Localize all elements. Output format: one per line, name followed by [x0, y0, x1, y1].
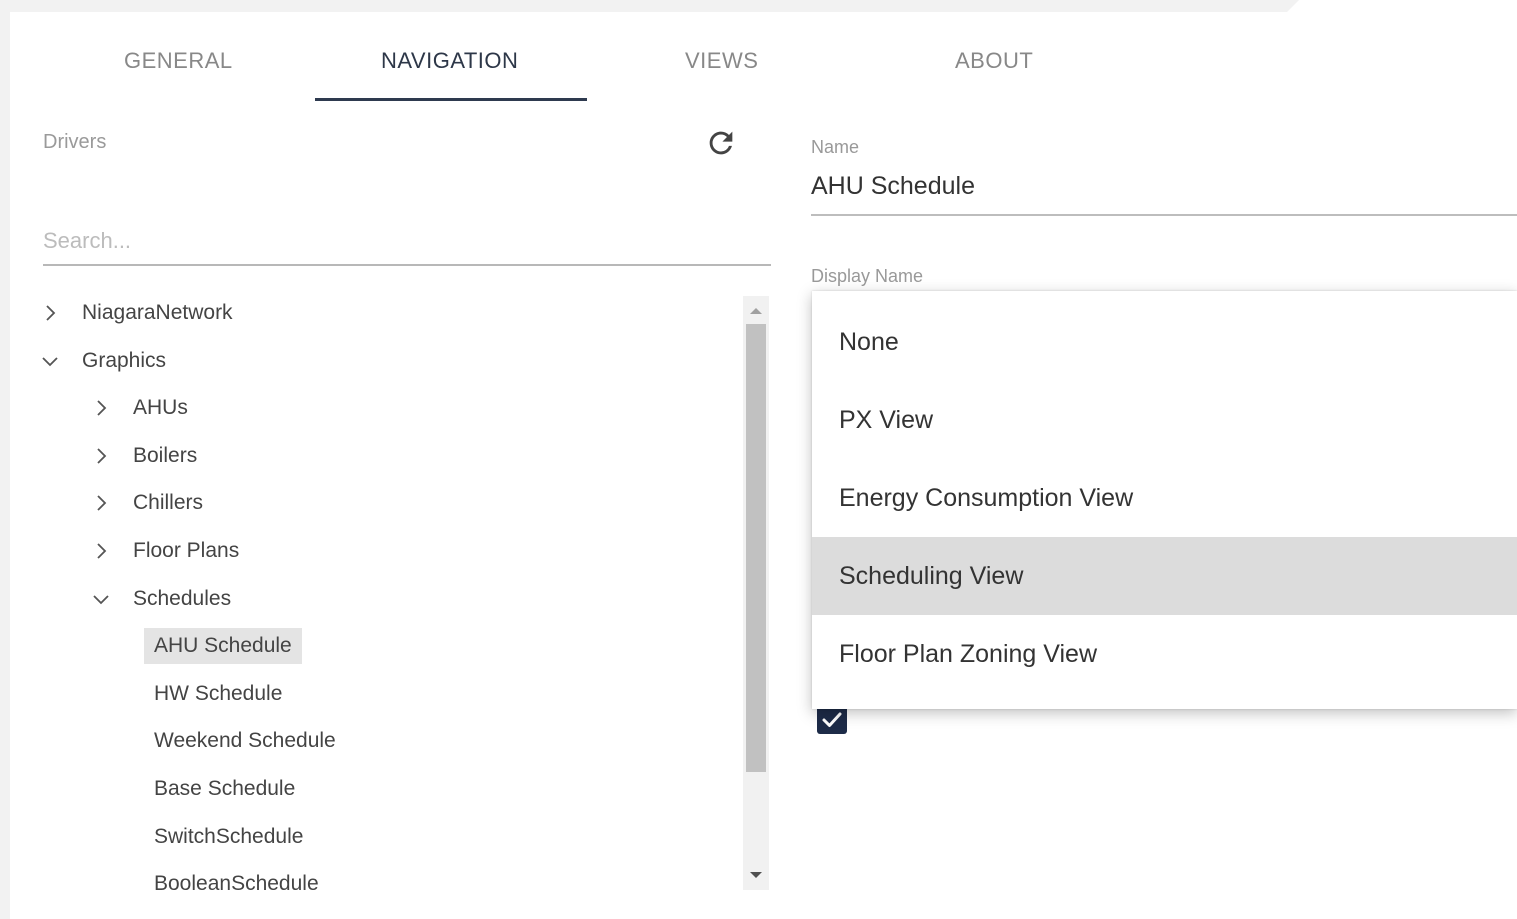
name-field[interactable]: AHU Schedule [811, 172, 975, 201]
chevron-down-icon[interactable] [91, 589, 111, 609]
name-label: Name [811, 137, 860, 157]
scroll-up-arrow[interactable] [750, 308, 762, 314]
display-name-dropdown: None PX View Energy Consumption View Schedu… [812, 291, 1517, 709]
tree-item[interactable]: Floor Plans [91, 531, 239, 571]
tree-item-label: SwitchSchedule [154, 824, 304, 848]
dropdown-option[interactable]: Floor Plan Zoning View [812, 615, 1517, 693]
tree-item-label: Schedules [133, 586, 232, 610]
enabled-checkbox[interactable] [817, 706, 847, 734]
tree-item-label: HW Schedule [154, 681, 283, 705]
chevron-right-icon[interactable] [91, 446, 111, 466]
panel-corner [1287, 0, 1517, 12]
tree-item-label: Base Schedule [154, 777, 296, 800]
driver-tree: NiagaraNetwork Graphics AHUs Boilers Chiller… [40, 293, 740, 893]
tree-item[interactable]: SwitchSchedule [154, 817, 303, 857]
tree-item[interactable]: Base Schedule [154, 769, 295, 809]
tab-navigation[interactable]: NAVIGATION [381, 48, 518, 74]
search-input[interactable] [43, 218, 771, 266]
chevron-right-icon[interactable] [91, 398, 111, 418]
chevron-right-icon[interactable] [91, 493, 111, 513]
tab-about[interactable]: ABOUT [955, 48, 1033, 74]
dropdown-option[interactable]: PX View [812, 381, 1517, 459]
tree-item[interactable]: BooleanSchedule [154, 864, 319, 893]
display-name-label: Display Name [811, 266, 924, 286]
tree-item-label: Floor Plans [133, 539, 240, 562]
tree-item[interactable]: AHUs [91, 388, 188, 428]
tab-general[interactable]: GENERAL [124, 48, 233, 74]
tree-item[interactable]: Weekend Schedule [154, 721, 336, 761]
tab-bar: GENERAL NAVIGATION VIEWS ABOUT [0, 12, 1100, 102]
tree-item-label: BooleanSchedule [154, 872, 319, 893]
tree-item[interactable]: AHU Schedule [144, 626, 302, 666]
tree-item-label: Graphics [82, 348, 167, 372]
tree-item[interactable]: Schedules [91, 579, 231, 619]
dropdown-option[interactable]: None [812, 303, 1517, 381]
tree-item-label: Chillers [133, 491, 204, 515]
checkmark-icon [822, 712, 842, 727]
drivers-label: Drivers [43, 131, 107, 153]
tree-item-label: Boilers [133, 443, 198, 467]
chevron-down-icon[interactable] [40, 351, 60, 371]
active-tab-indicator [315, 98, 587, 101]
tree-item-label: Weekend Schedule [154, 729, 336, 753]
tree-item[interactable]: NiagaraNetwork [40, 293, 233, 333]
tree-scrollbar[interactable] [743, 296, 769, 890]
name-underline [811, 214, 1517, 216]
tree-item[interactable]: Graphics [40, 341, 166, 381]
refresh-icon[interactable] [704, 126, 738, 160]
scroll-down-arrow[interactable] [750, 872, 762, 878]
chevron-right-icon[interactable] [40, 303, 60, 323]
tree-item[interactable]: HW Schedule [154, 674, 282, 714]
dropdown-option[interactable]: Energy Consumption View [812, 459, 1517, 537]
scroll-thumb[interactable] [746, 324, 766, 772]
tree-item-label: NiagaraNetwork [82, 301, 233, 324]
tab-views[interactable]: VIEWS [685, 48, 758, 74]
tree-item[interactable]: Chillers [91, 483, 203, 523]
tree-item[interactable]: Boilers [91, 436, 197, 476]
chevron-right-icon[interactable] [91, 541, 111, 561]
tree-item-label: AHU Schedule [144, 628, 302, 665]
dropdown-option[interactable]: Scheduling View [812, 537, 1517, 615]
tree-item-label: AHUs [133, 396, 188, 420]
